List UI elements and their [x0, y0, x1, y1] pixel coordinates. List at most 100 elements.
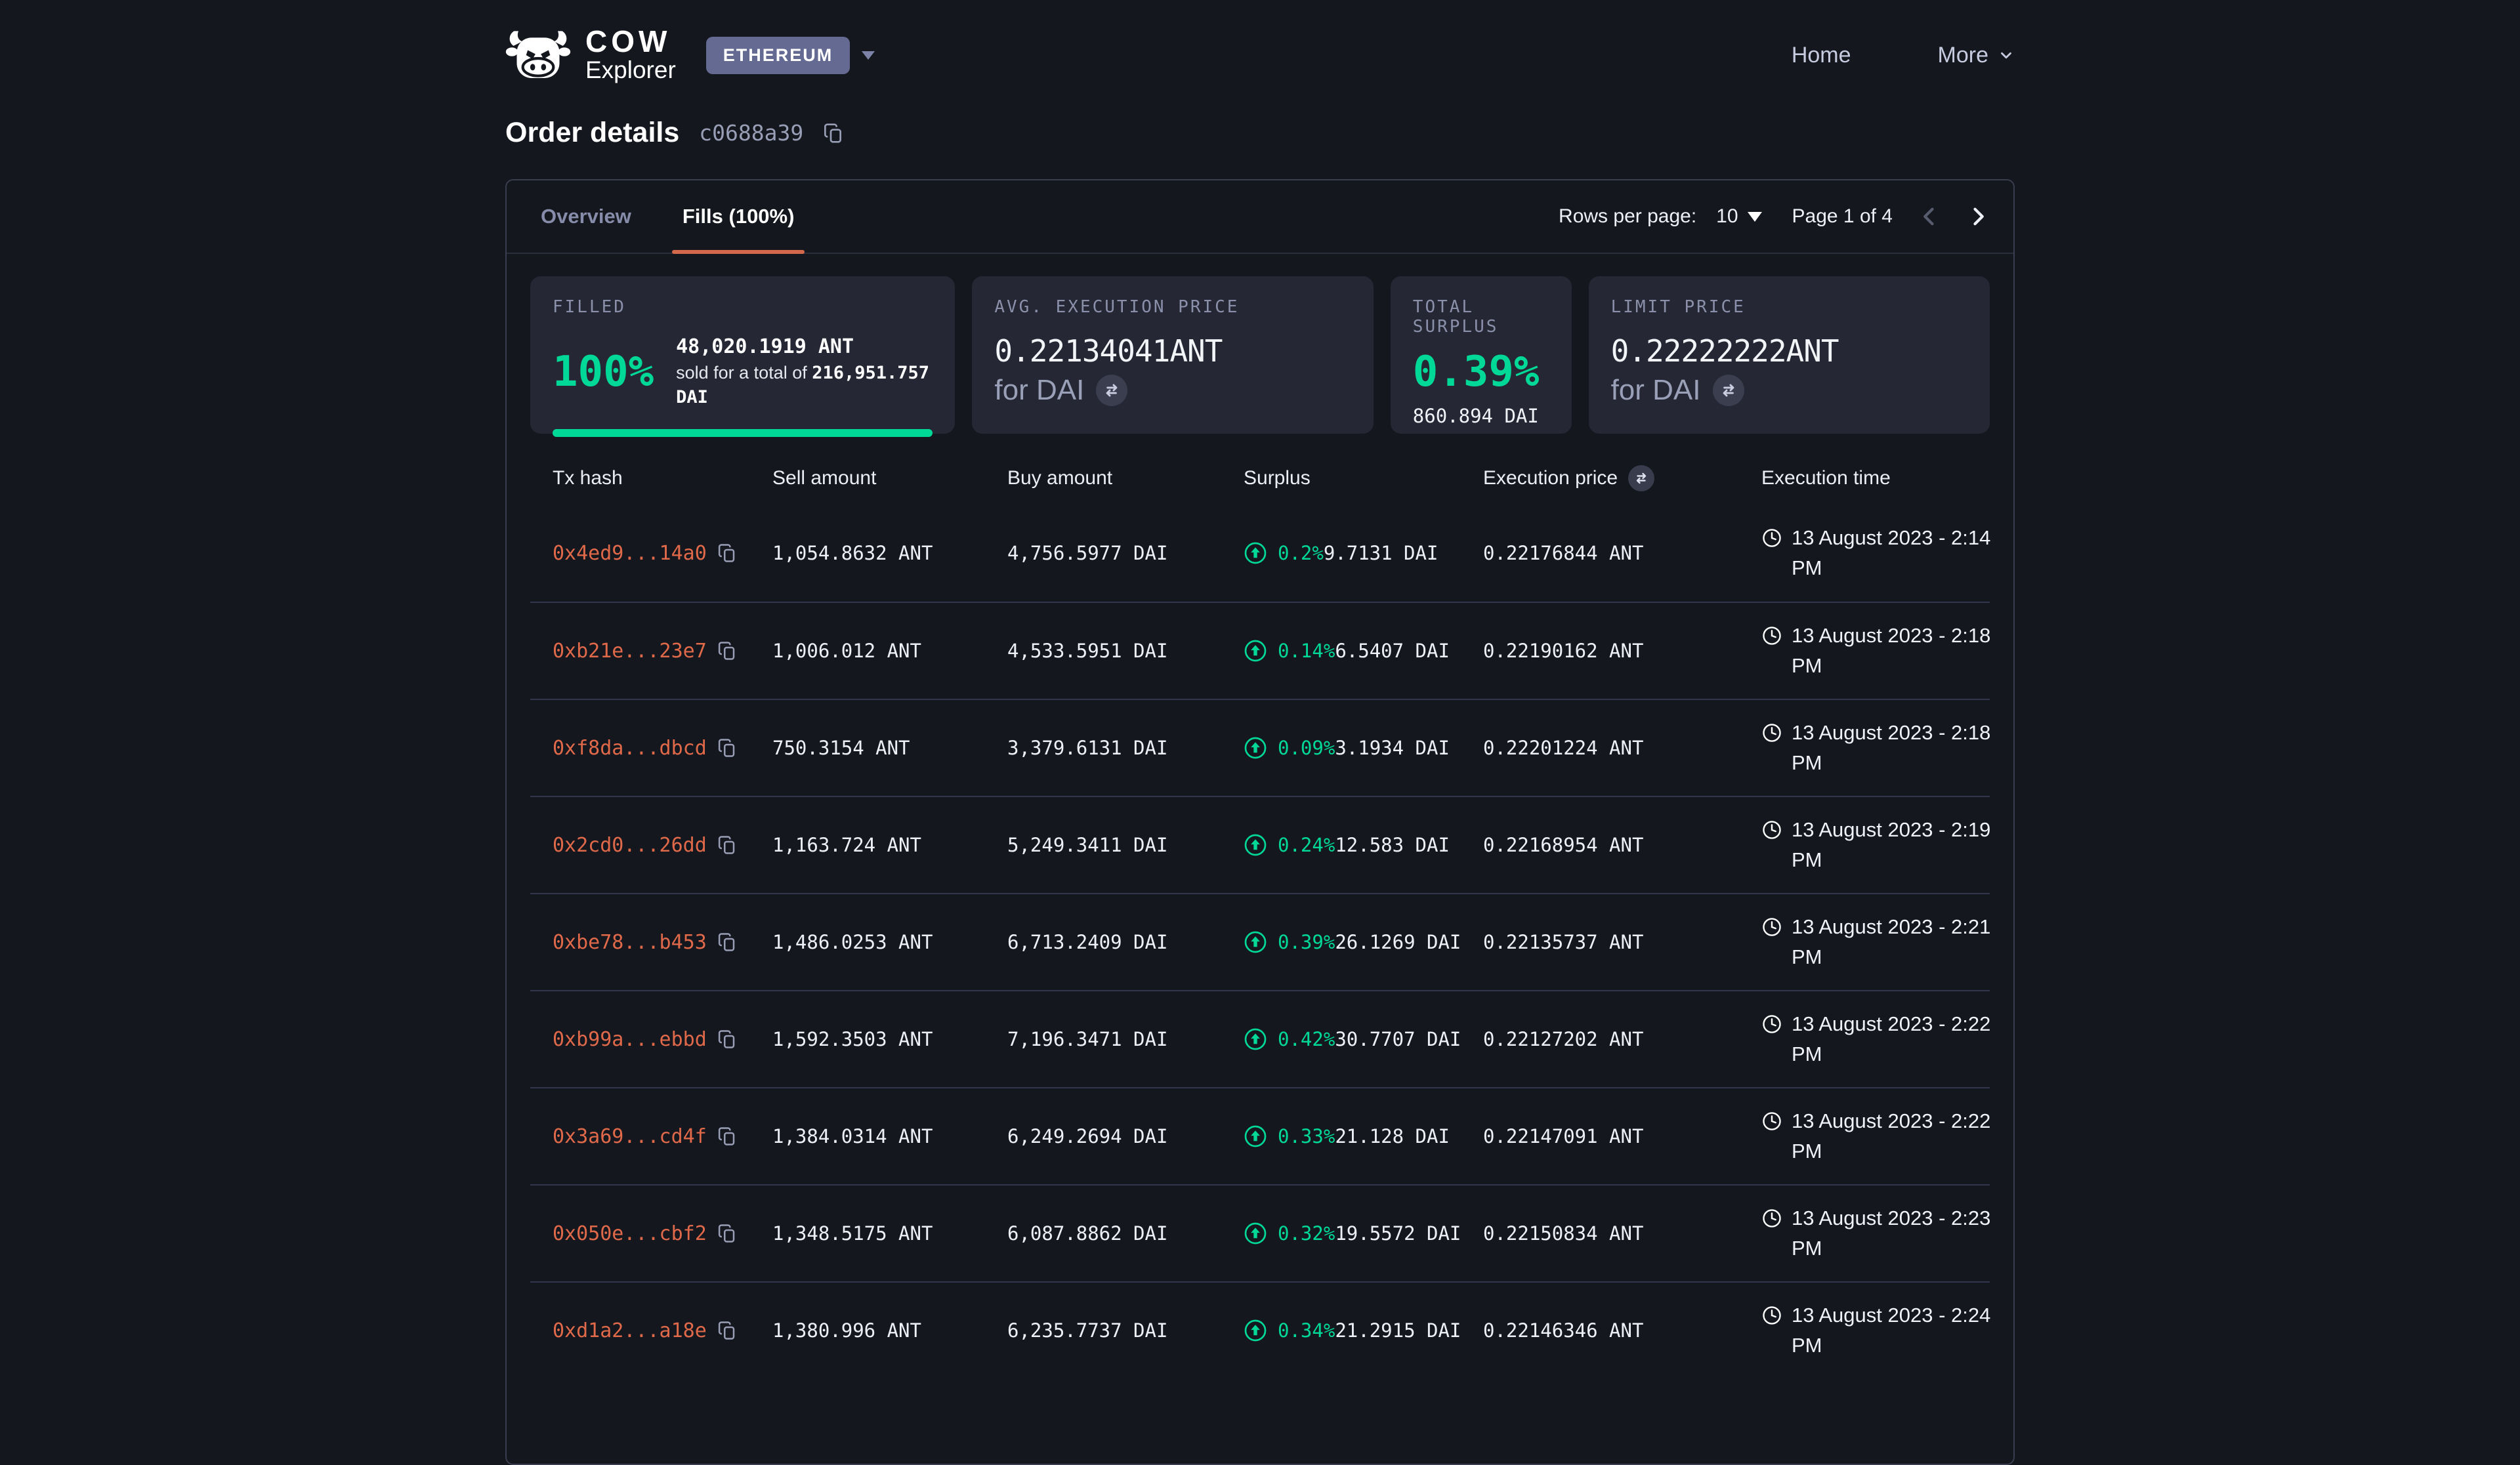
copy-order-id-button[interactable]	[823, 123, 844, 144]
avg-price-value: 0.22134041ANT	[994, 334, 1351, 369]
tx-hash-link[interactable]: 0x050e...cbf2	[553, 1222, 707, 1245]
tx-hash-link[interactable]: 0x3a69...cd4f	[553, 1125, 707, 1148]
total-surplus-label: TOTAL SURPLUS	[1413, 297, 1549, 337]
copy-tx-hash-button[interactable]	[717, 738, 737, 758]
total-surplus-card: TOTAL SURPLUS 0.39% 860.894 DAI	[1391, 276, 1572, 434]
execution-time-text: 13 August 2023 - 2:22 PM	[1792, 1009, 2008, 1070]
total-surplus-amount: 860.894 DAI	[1413, 405, 1549, 427]
surplus-percent: 0.32%	[1278, 1222, 1335, 1245]
nav-more[interactable]: More	[1938, 43, 2015, 68]
execution-price-cell: 0.22146346 ANT	[1483, 1319, 1761, 1342]
surplus-percent: 0.42%	[1278, 1028, 1335, 1050]
copy-icon	[717, 641, 737, 661]
column-execution-time: Execution time	[1761, 467, 1990, 489]
clock-icon	[1761, 1208, 1782, 1229]
execution-price-invert-button[interactable]	[1628, 465, 1654, 491]
table-row: 0xbe78...b453 1,486.0253 ANT 6,713.2409 …	[530, 893, 1990, 990]
pagination: Rows per page: 10 Page 1 of 4	[1559, 180, 1990, 253]
tx-hash-link[interactable]: 0xb21e...23e7	[553, 640, 707, 663]
filled-sold-line: sold for a total of 216,951.757 DAI	[676, 361, 933, 410]
avg-price-invert-button[interactable]	[1096, 375, 1127, 406]
copy-tx-hash-button[interactable]	[717, 1321, 737, 1340]
surplus-cell: 0.33%21.128 DAI	[1244, 1125, 1483, 1148]
surplus-amount: 26.1269 DAI	[1335, 931, 1461, 953]
buy-amount-cell: 3,379.6131 DAI	[1007, 737, 1244, 759]
copy-tx-hash-button[interactable]	[717, 1224, 737, 1243]
prev-page-button[interactable]	[1918, 203, 1941, 230]
table-row: 0xb99a...ebbd 1,592.3503 ANT 7,196.3471 …	[530, 990, 1990, 1087]
arrow-up-circle-icon	[1244, 1222, 1267, 1245]
tx-hash-link[interactable]: 0xd1a2...a18e	[553, 1319, 707, 1342]
sell-amount-cell: 1,348.5175 ANT	[772, 1222, 1007, 1245]
surplus-amount: 21.2915 DAI	[1335, 1319, 1461, 1342]
copy-tx-hash-button[interactable]	[717, 641, 737, 661]
table-row: 0x4ed9...14a0 1,054.8632 ANT 4,756.5977 …	[530, 505, 1990, 602]
copy-tx-hash-button[interactable]	[717, 543, 737, 563]
tx-hash-link[interactable]: 0xb99a...ebbd	[553, 1028, 707, 1051]
copy-tx-hash-button[interactable]	[717, 1029, 737, 1049]
surplus-percent: 0.24%	[1278, 834, 1335, 856]
execution-time-cell: 13 August 2023 - 2:18 PM	[1761, 718, 2008, 779]
arrow-up-circle-icon	[1244, 541, 1267, 565]
rows-per-page-label: Rows per page:	[1559, 205, 1696, 228]
copy-icon	[717, 543, 737, 563]
copy-icon	[717, 738, 737, 758]
execution-time-cell: 13 August 2023 - 2:24 PM	[1761, 1300, 2008, 1361]
copy-icon	[717, 1126, 737, 1146]
sell-amount-cell: 1,380.996 ANT	[772, 1319, 1007, 1342]
limit-price-invert-button[interactable]	[1713, 375, 1744, 406]
stat-cards: FILLED 100% 48,020.1919 ANT sold for a t…	[507, 254, 2013, 434]
logo[interactable]: COW Explorer	[505, 26, 676, 83]
sell-amount-cell: 1,486.0253 ANT	[772, 931, 1007, 953]
fill-progress-bar	[553, 429, 933, 437]
chevron-left-icon	[1918, 203, 1941, 230]
tx-hash-link[interactable]: 0x4ed9...14a0	[553, 542, 707, 565]
tx-hash-link[interactable]: 0x2cd0...26dd	[553, 834, 707, 857]
order-panel: Overview Fills (100%) Rows per page: 10 …	[505, 179, 2015, 1465]
tx-hash-link[interactable]: 0xf8da...dbcd	[553, 737, 707, 760]
copy-icon	[717, 1321, 737, 1340]
nav-home[interactable]: Home	[1792, 43, 1851, 68]
surplus-cell: 0.34%21.2915 DAI	[1244, 1319, 1483, 1342]
sell-amount-cell: 750.3154 ANT	[772, 737, 1007, 759]
rows-per-page-value: 10	[1716, 205, 1738, 228]
top-bar: COW Explorer ETHEREUM Home More	[505, 0, 2015, 110]
copy-tx-hash-button[interactable]	[717, 1126, 737, 1146]
network-selector[interactable]: ETHEREUM	[706, 37, 877, 74]
copy-tx-hash-button[interactable]	[717, 835, 737, 855]
execution-time-text: 13 August 2023 - 2:19 PM	[1792, 815, 2008, 876]
arrow-up-circle-icon	[1244, 1319, 1267, 1342]
network-badge[interactable]: ETHEREUM	[706, 37, 850, 74]
tx-hash-link[interactable]: 0xbe78...b453	[553, 931, 707, 954]
total-surplus-percent: 0.39%	[1413, 351, 1549, 393]
filled-amount: 48,020.1919 ANT	[676, 334, 933, 361]
execution-time-text: 13 August 2023 - 2:14 PM	[1792, 523, 2008, 584]
page-title: Order details	[505, 117, 679, 149]
arrow-up-circle-icon	[1244, 1125, 1267, 1148]
copy-icon	[717, 835, 737, 855]
execution-time-text: 13 August 2023 - 2:22 PM	[1792, 1106, 2008, 1167]
execution-time-cell: 13 August 2023 - 2:14 PM	[1761, 523, 2008, 584]
buy-amount-cell: 6,087.8862 DAI	[1007, 1222, 1244, 1245]
clock-icon	[1761, 722, 1782, 743]
avg-price-unit: for DAI	[994, 374, 1084, 407]
tab-fills[interactable]: Fills (100%)	[672, 180, 805, 253]
surplus-amount: 3.1934 DAI	[1335, 737, 1450, 759]
copy-tx-hash-button[interactable]	[717, 932, 737, 952]
sell-amount-cell: 1,384.0314 ANT	[772, 1125, 1007, 1147]
next-page-button[interactable]	[1966, 203, 1990, 230]
sold-prefix: sold for a total of	[676, 363, 812, 382]
copy-icon	[717, 1224, 737, 1243]
sell-amount-cell: 1,163.724 ANT	[772, 834, 1007, 856]
rows-per-page-select[interactable]: 10	[1716, 205, 1761, 228]
buy-amount-cell: 4,756.5977 DAI	[1007, 542, 1244, 564]
avg-price-label: AVG. EXECUTION PRICE	[994, 297, 1351, 317]
clock-icon	[1761, 625, 1782, 646]
swap-arrows-icon	[1633, 470, 1649, 486]
buy-amount-cell: 6,713.2409 DAI	[1007, 931, 1244, 953]
tab-overview[interactable]: Overview	[530, 180, 642, 253]
execution-price-cell: 0.22190162 ANT	[1483, 640, 1761, 662]
swap-arrows-icon	[1102, 381, 1121, 400]
filled-percent: 100%	[553, 351, 654, 393]
nav-home-label: Home	[1792, 43, 1851, 68]
